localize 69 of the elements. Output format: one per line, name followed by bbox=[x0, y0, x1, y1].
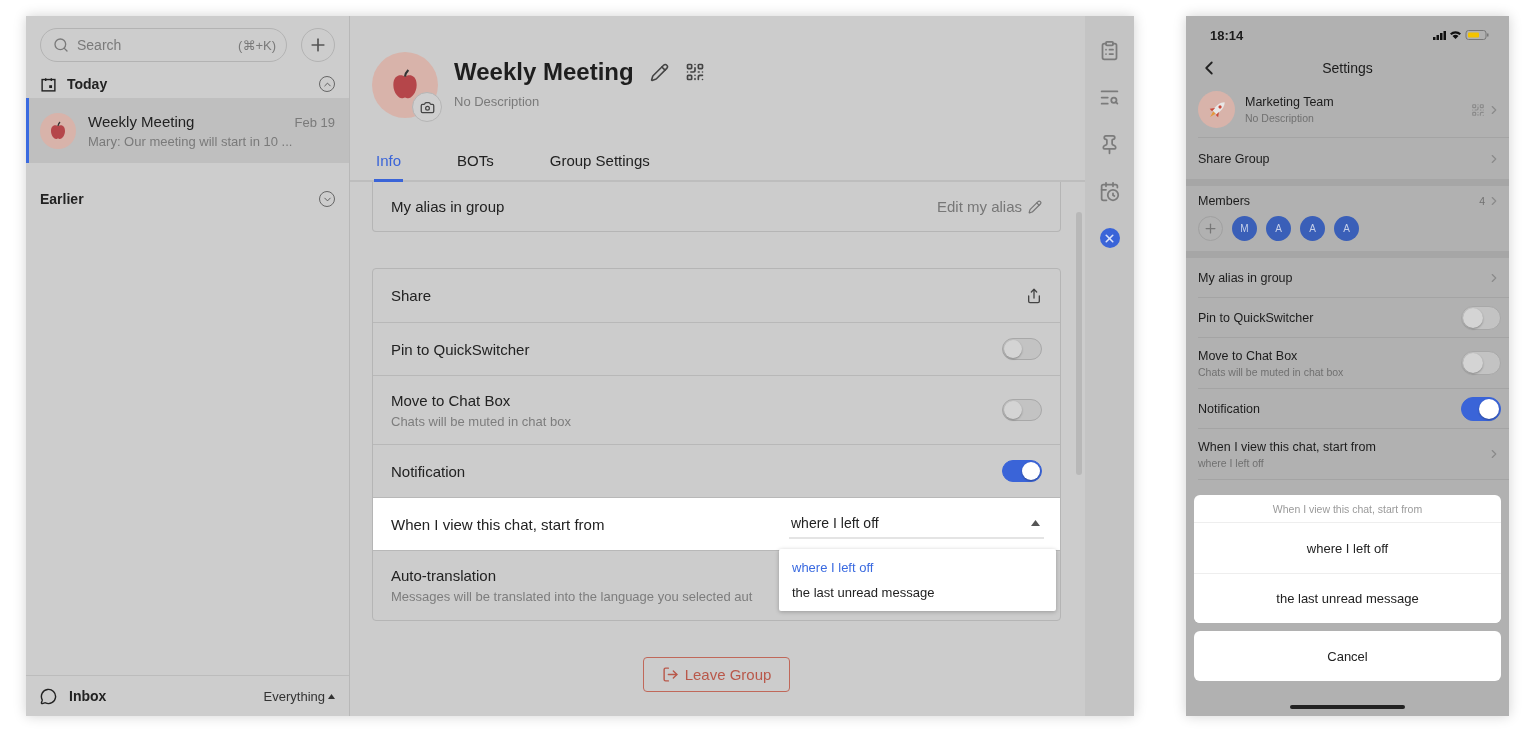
tab[interactable]: BOTs bbox=[455, 146, 496, 182]
chat-preview: Mary: Our meeting will start in 10 ... bbox=[88, 133, 294, 149]
group-description: No Description bbox=[1245, 112, 1315, 124]
screen-title: Settings bbox=[1322, 60, 1373, 76]
row-label: Move to Chat Box bbox=[1198, 348, 1299, 363]
member-count: 4 bbox=[1479, 195, 1485, 207]
dropdown-option[interactable]: where I left off bbox=[779, 555, 1056, 580]
members-label: Members bbox=[1198, 194, 1251, 208]
qr-code-icon bbox=[1471, 102, 1485, 117]
toggle-switch[interactable] bbox=[1002, 338, 1042, 360]
pencil-icon bbox=[1028, 199, 1042, 214]
select-field[interactable]: where I left off bbox=[789, 509, 1044, 539]
toggle-switch[interactable] bbox=[1461, 351, 1501, 375]
camera-button[interactable] bbox=[412, 92, 442, 122]
section-title: Earlier bbox=[40, 191, 84, 207]
calendar-clock-icon[interactable] bbox=[1099, 181, 1120, 202]
clipboard-icon[interactable] bbox=[1099, 40, 1120, 61]
section-title: Today bbox=[67, 76, 108, 92]
row-label: When I view this chat, start from bbox=[1198, 439, 1376, 454]
caret-up-icon bbox=[328, 693, 335, 699]
row-label: My alias in group bbox=[1198, 270, 1293, 285]
exit-icon bbox=[661, 666, 679, 683]
qr-code-icon[interactable] bbox=[684, 62, 705, 82]
row-label: Notification bbox=[1198, 401, 1260, 416]
row-label: Auto-translation bbox=[391, 567, 498, 584]
close-icon[interactable] bbox=[1099, 228, 1120, 248]
dropdown-option[interactable]: the last unread message bbox=[779, 580, 1056, 605]
row-label: Share bbox=[391, 287, 432, 304]
chat-name: Weekly Meeting bbox=[88, 112, 195, 130]
row-label: Pin to QuickSwitcher bbox=[391, 340, 530, 358]
chat-time: Feb 19 bbox=[294, 114, 335, 130]
row-description: Chats will be muted in chat box bbox=[1198, 365, 1344, 378]
status-icons bbox=[1433, 29, 1489, 41]
search-input[interactable]: Search bbox=[75, 36, 233, 54]
chat-bubble-icon bbox=[40, 687, 57, 705]
toggle-switch[interactable] bbox=[1002, 460, 1042, 482]
member-avatar[interactable]: A bbox=[1300, 216, 1325, 241]
group-name: Weekly Meeting bbox=[454, 58, 634, 86]
calendar-icon bbox=[40, 75, 57, 93]
tab[interactable]: Group Settings bbox=[547, 146, 652, 182]
row-label: When I view this chat, start from bbox=[391, 515, 605, 533]
toggle-switch[interactable] bbox=[1461, 305, 1501, 330]
member-avatar[interactable]: M bbox=[1232, 216, 1257, 241]
search-icon bbox=[53, 37, 69, 53]
row-label: Notification bbox=[391, 462, 466, 480]
toggle-switch[interactable] bbox=[1461, 396, 1501, 421]
row-label: Pin to QuickSwitcher bbox=[1198, 310, 1314, 325]
member-avatar[interactable]: A bbox=[1266, 216, 1291, 241]
caret-up-icon bbox=[1031, 520, 1040, 526]
group-name: Marketing Team bbox=[1245, 95, 1334, 109]
member-avatar[interactable]: A bbox=[1334, 216, 1359, 241]
filter-dropdown[interactable]: Everything bbox=[263, 688, 335, 704]
share-icon[interactable] bbox=[1026, 287, 1042, 304]
inbox-label: Inbox bbox=[69, 688, 107, 704]
sheet-option[interactable]: the last unread message bbox=[1194, 573, 1501, 623]
group-description: No Description bbox=[454, 94, 541, 109]
pencil-icon[interactable] bbox=[649, 62, 669, 82]
toggle-switch[interactable] bbox=[1002, 399, 1042, 421]
plus-icon bbox=[1203, 221, 1218, 236]
row-label: My alias in group bbox=[391, 198, 505, 215]
shortcut-hint: (⌘+K) bbox=[238, 37, 276, 53]
share-group-row[interactable]: Share Group bbox=[1198, 138, 1509, 179]
cancel-button[interactable]: Cancel bbox=[1194, 631, 1501, 681]
status-time: 18:14 bbox=[1210, 27, 1244, 43]
chat-item[interactable]: Weekly Meeting Feb 19 Mary: Our meeting will start in 10 ... bbox=[26, 98, 349, 163]
row-label: Move to Chat Box bbox=[391, 391, 512, 409]
row-description: Chats will be muted in chat box bbox=[391, 413, 571, 429]
row-description: Messages will be translated into the language you selected aut bbox=[391, 589, 753, 604]
camera-icon bbox=[419, 99, 435, 115]
